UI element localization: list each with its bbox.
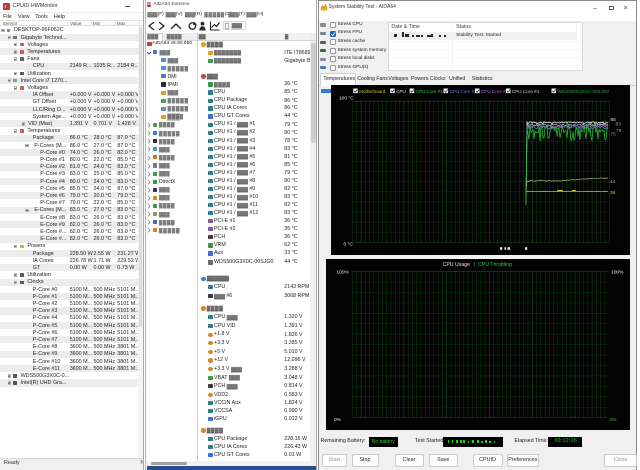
svg-text:WDS500G3X0C-00SJG0: WDS500G3X0C-00SJG0 — [557, 89, 609, 94]
svg-text:100%: 100% — [611, 269, 624, 275]
svg-text:83: 83 — [615, 121, 621, 127]
svg-text:CPU: CPU — [396, 89, 406, 94]
svg-text:75: 75 — [610, 131, 616, 137]
svg-text:100%: 100% — [337, 269, 350, 275]
svg-text:78: 78 — [616, 128, 622, 134]
svg-text:|: | — [474, 262, 475, 268]
svg-text:0%: 0% — [334, 417, 342, 423]
svg-text:0 °C: 0 °C — [344, 241, 354, 247]
svg-text:36: 36 — [610, 190, 616, 196]
svg-text:CPU Core #3: CPU Core #3 — [481, 89, 509, 94]
svg-text:CPU Throttling: CPU Throttling — [478, 262, 512, 268]
svg-text:CPU Core #4: CPU Core #4 — [512, 89, 540, 94]
svg-text:CPU Core #2: CPU Core #2 — [450, 89, 478, 94]
svg-text:100 °C: 100 °C — [339, 95, 354, 101]
svg-text:CPU Usage: CPU Usage — [443, 262, 471, 268]
svg-text:Motherboard: Motherboard — [359, 89, 385, 94]
svg-text:44: 44 — [610, 179, 616, 185]
svg-text:CPU Core #1: CPU Core #1 — [416, 89, 444, 94]
svg-text:0%: 0% — [609, 417, 617, 423]
